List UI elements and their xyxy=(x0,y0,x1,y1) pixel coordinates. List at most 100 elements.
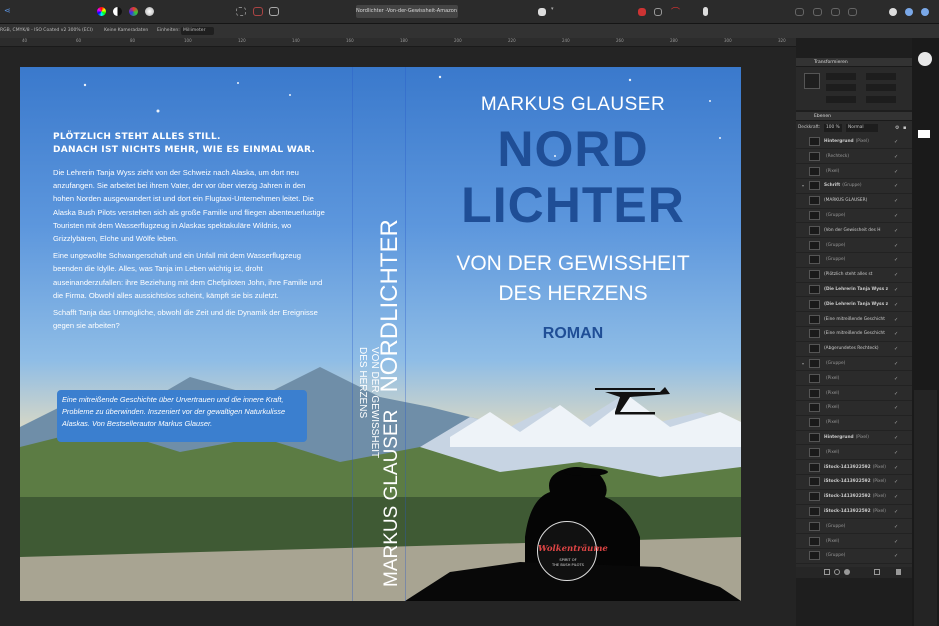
visibility-checkbox[interactable]: ✓ xyxy=(894,535,898,549)
horizontal-ruler[interactable]: 40 60 80 100 120 140 160 180 200 220 240 260 280 300 3… xyxy=(0,38,796,47)
layer-row[interactable]: (Gruppe) ✓ xyxy=(796,209,912,224)
layer-row[interactable]: (Pixel) ✓ xyxy=(796,401,912,416)
visibility-checkbox[interactable]: ✓ xyxy=(894,416,898,430)
visibility-checkbox[interactable]: ✓ xyxy=(894,401,898,415)
layer-row[interactable]: (MARKUS GLAUSER) ✓ xyxy=(796,194,912,209)
color-balance-icon[interactable] xyxy=(129,7,138,16)
visibility-checkbox[interactable]: ✓ xyxy=(894,357,898,371)
visibility-checkbox[interactable]: ✓ xyxy=(894,446,898,460)
persona-liquify-icon[interactable] xyxy=(905,8,913,16)
blend-mode-select[interactable]: Normal xyxy=(846,124,878,132)
layer-row[interactable]: (Plötzlich steht alles st ✓ xyxy=(796,268,912,283)
snapping-icon[interactable] xyxy=(638,8,646,16)
layer-row[interactable]: iStock-1413922592 (Pixel) ✓ xyxy=(796,475,912,490)
layer-row[interactable]: (Pixel) ✓ xyxy=(796,372,912,387)
persona-export-icon[interactable] xyxy=(921,8,929,16)
units-select[interactable]: Millimeter xyxy=(181,27,214,35)
layer-row[interactable]: (Gruppe) ✓ xyxy=(796,253,912,268)
trash-icon[interactable] xyxy=(896,569,901,575)
visibility-checkbox[interactable]: ✓ xyxy=(894,239,898,253)
contrast-icon[interactable] xyxy=(113,7,122,16)
mask-icon[interactable] xyxy=(834,569,840,575)
assistant-icon[interactable] xyxy=(703,7,708,16)
gear-icon[interactable]: ⚙ xyxy=(895,122,899,134)
adjustment-icon[interactable] xyxy=(844,569,850,575)
add-layer-icon[interactable] xyxy=(874,569,880,575)
layer-row[interactable]: (Von der Gewissheit des H ✓ xyxy=(796,224,912,239)
color-wheel-icon[interactable] xyxy=(97,7,106,16)
transform-panel-title[interactable]: Transformieren xyxy=(796,58,912,67)
white-balance-icon[interactable] xyxy=(145,7,154,16)
layer-row[interactable]: (Die Lehrerin Tanja Wyss z ✓ xyxy=(796,298,912,313)
visibility-checkbox[interactable]: ✓ xyxy=(894,135,898,149)
invert-selection-icon[interactable] xyxy=(269,7,279,16)
layer-row[interactable]: iStock-1413922592 (Pixel) ✓ xyxy=(796,505,912,520)
layer-fx-icon[interactable] xyxy=(824,569,830,575)
swatch-icon[interactable] xyxy=(918,130,930,138)
layer-row[interactable]: (Gruppe) ✓ xyxy=(796,549,912,564)
distribute-icon[interactable] xyxy=(831,8,840,16)
chevron-down-icon[interactable]: ▾ xyxy=(551,6,564,19)
x-field[interactable] xyxy=(826,73,856,80)
opacity-field[interactable]: 100 % xyxy=(824,124,842,132)
layer-row[interactable]: (Rechteck) ✓ xyxy=(796,150,912,165)
visibility-checkbox[interactable]: ✓ xyxy=(894,490,898,504)
brush-preview-icon[interactable] xyxy=(918,52,932,66)
visibility-checkbox[interactable]: ✓ xyxy=(894,549,898,563)
visibility-checkbox[interactable]: ✓ xyxy=(894,520,898,534)
layer-row[interactable]: Hintergrund (Pixel) ✓ xyxy=(796,135,912,150)
visibility-checkbox[interactable]: ✓ xyxy=(894,194,898,208)
visibility-checkbox[interactable]: ✓ xyxy=(894,313,898,327)
visibility-checkbox[interactable]: ✓ xyxy=(894,253,898,267)
magnet-icon[interactable]: ⌒ xyxy=(671,5,684,18)
visibility-checkbox[interactable]: ✓ xyxy=(894,475,898,489)
visibility-checkbox[interactable]: ✓ xyxy=(894,327,898,341)
transform-icon[interactable] xyxy=(848,8,857,16)
layer-row[interactable]: (Eine mitreißende Geschicht ✓ xyxy=(796,313,912,327)
visibility-checkbox[interactable]: ✓ xyxy=(894,150,898,164)
document-title[interactable]: Nordlichter -Von-der-Gewissheit-Amazon (… xyxy=(356,5,458,18)
layer-row[interactable]: (Abgerundetes Rechteck) ✓ xyxy=(796,342,912,357)
visibility-checkbox[interactable]: ✓ xyxy=(894,209,898,223)
layer-row[interactable]: iStock-1413922592 (Pixel) ✓ xyxy=(796,461,912,475)
layer-row[interactable]: (Pixel) ✓ xyxy=(796,446,912,461)
selection-marquee-icon[interactable] xyxy=(236,7,246,16)
width-field[interactable] xyxy=(866,73,896,80)
layer-row[interactable]: ▾ (Gruppe) ✓ xyxy=(796,357,912,372)
visibility-checkbox[interactable]: ✓ xyxy=(894,372,898,386)
visibility-checkbox[interactable]: ✓ xyxy=(894,387,898,401)
deselect-icon[interactable] xyxy=(253,7,263,16)
visibility-checkbox[interactable]: ✓ xyxy=(894,268,898,282)
layer-row[interactable]: ▾ Schrift (Gruppe) ✓ xyxy=(796,179,912,194)
layer-row[interactable]: (Die Lehrerin Tanja Wyss z ✓ xyxy=(796,283,912,298)
height-field[interactable] xyxy=(866,84,896,91)
layer-row[interactable]: (Pixel) ✓ xyxy=(796,387,912,401)
visibility-checkbox[interactable]: ✓ xyxy=(894,431,898,445)
layer-row[interactable]: (Gruppe) ✓ xyxy=(796,520,912,535)
disclosure-triangle-icon[interactable]: ▾ xyxy=(802,357,804,371)
layer-row[interactable]: (Pixel) ✓ xyxy=(796,165,912,179)
layer-row[interactable]: (Eine mitreißende Geschicht ✓ xyxy=(796,327,912,342)
layer-row[interactable]: iStock-1413922592 (Pixel) ✓ xyxy=(796,490,912,505)
disclosure-triangle-icon[interactable]: ▾ xyxy=(802,179,804,193)
layer-row[interactable]: (Pixel) ✓ xyxy=(796,416,912,431)
canvas[interactable]: Plötzlich steht alles still. Danach ist … xyxy=(0,47,796,626)
align-icon[interactable] xyxy=(813,8,822,16)
visibility-checkbox[interactable]: ✓ xyxy=(894,505,898,519)
rotation-field[interactable] xyxy=(826,96,856,103)
visibility-checkbox[interactable]: ✓ xyxy=(894,165,898,179)
layer-row[interactable]: (Pixel) ✓ xyxy=(796,535,912,549)
layer-row[interactable]: (Gruppe) ✓ xyxy=(796,239,912,253)
share-icon[interactable]: ⋖ xyxy=(4,6,12,15)
visibility-checkbox[interactable]: ✓ xyxy=(894,342,898,356)
view-mode-icon[interactable] xyxy=(538,8,546,16)
arrange-icon[interactable] xyxy=(795,8,804,16)
visibility-checkbox[interactable]: ✓ xyxy=(894,224,898,238)
persona-photo-icon[interactable] xyxy=(889,8,897,16)
lock-icon[interactable]: ▪ xyxy=(903,122,906,134)
anchor-grid-icon[interactable] xyxy=(804,73,820,89)
shear-field[interactable] xyxy=(866,96,896,103)
grid-icon[interactable] xyxy=(654,8,662,16)
y-field[interactable] xyxy=(826,84,856,91)
layer-row[interactable]: Hintergrund (Pixel) ✓ xyxy=(796,431,912,446)
